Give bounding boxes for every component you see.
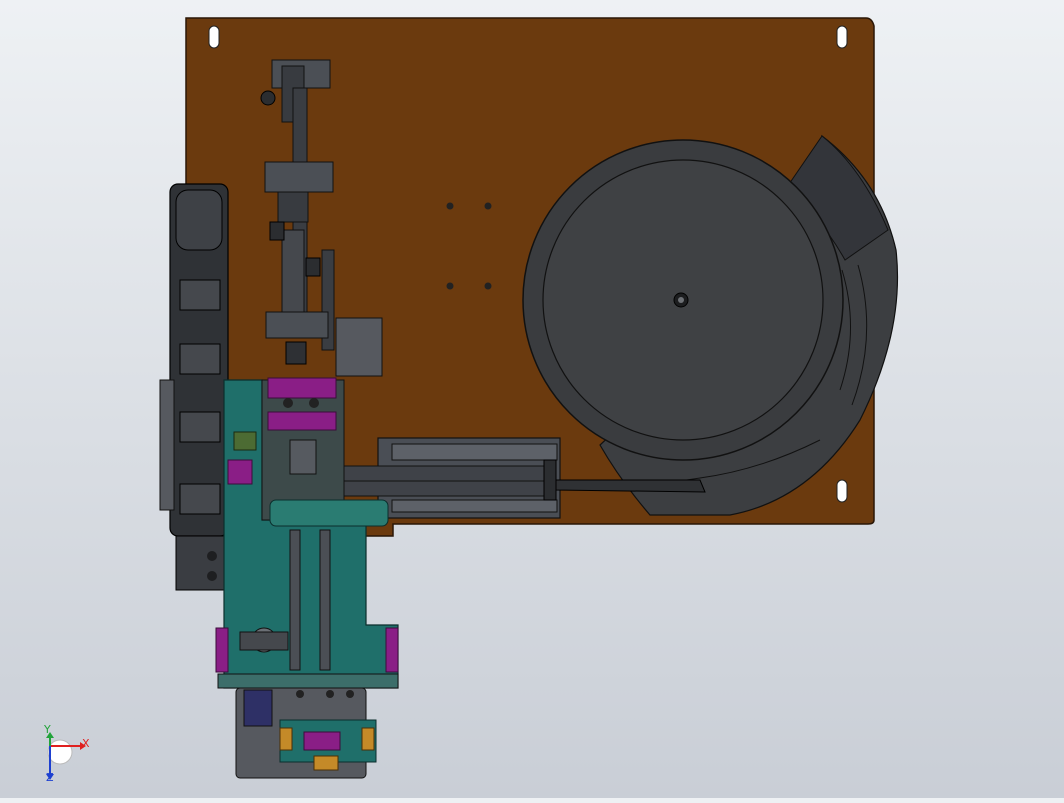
bolt-hole (484, 282, 492, 290)
cad-viewport[interactable]: X Y Z (0, 0, 1064, 798)
bolt-hole (446, 282, 454, 290)
y-axis-label: Y (43, 723, 51, 736)
bottom-gripper-unit[interactable] (217, 673, 399, 779)
mounting-slot (836, 479, 848, 503)
bolt-hole (446, 202, 454, 210)
z-axis-label: Z (46, 771, 54, 784)
bolt-hole (484, 202, 492, 210)
x-axis-label: X (82, 737, 90, 750)
conveyor-belt-module[interactable] (159, 183, 229, 591)
coordinate-triad: X Y Z (43, 723, 90, 784)
model-canvas: X Y Z (43, 17, 899, 784)
mounting-slot (836, 25, 848, 49)
mounting-slot (208, 25, 220, 49)
